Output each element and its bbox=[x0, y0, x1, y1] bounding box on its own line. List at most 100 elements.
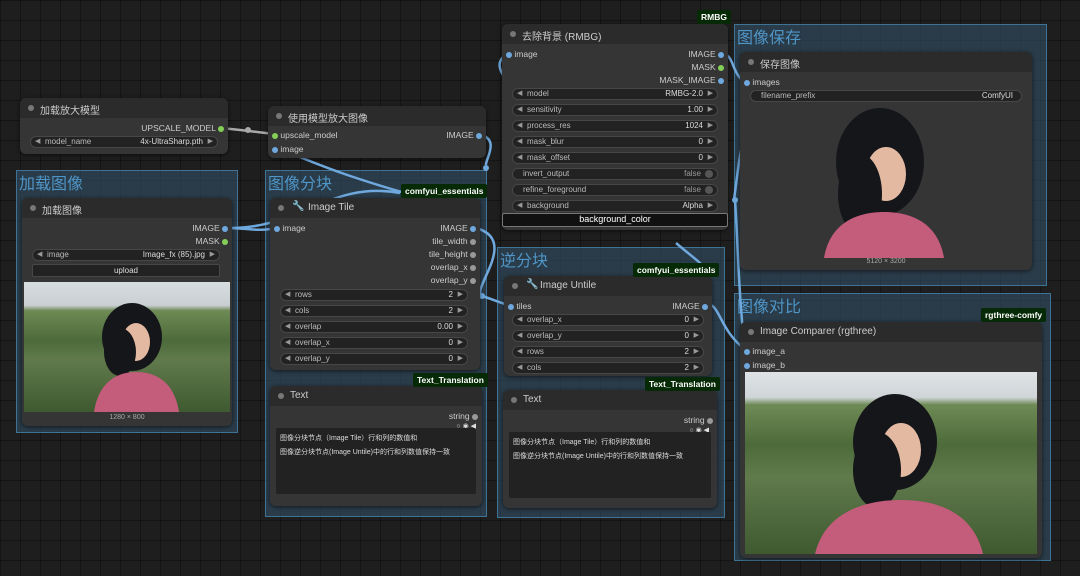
collapse-dot-icon[interactable] bbox=[748, 329, 754, 335]
overlap-y-number-widget[interactable]: ◀ overlap_y 0 ▶ bbox=[280, 353, 468, 365]
output-slot-icon[interactable] bbox=[718, 64, 724, 71]
input-image-b[interactable]: image_b bbox=[744, 360, 785, 370]
input-slot-icon[interactable] bbox=[274, 225, 280, 232]
input-upscale-model[interactable]: upscale_model bbox=[272, 130, 338, 140]
toggle-knob-icon[interactable] bbox=[705, 170, 713, 178]
output-tile-height[interactable]: tile_height bbox=[429, 249, 476, 259]
output-slot-icon[interactable] bbox=[718, 77, 724, 84]
output-image[interactable]: IMAGE bbox=[688, 49, 724, 59]
input-slot-icon[interactable] bbox=[508, 303, 514, 310]
arrow-left-icon[interactable]: ◀ bbox=[517, 315, 522, 325]
arrow-left-icon[interactable]: ◀ bbox=[517, 137, 522, 147]
arrow-left-icon[interactable]: ◀ bbox=[517, 331, 522, 341]
node-header[interactable]: Text bbox=[270, 386, 482, 406]
output-slot-icon[interactable] bbox=[218, 125, 224, 132]
output-slot-icon[interactable] bbox=[476, 132, 482, 139]
model-combo[interactable]: ◀ model RMBG-2.0 ▶ bbox=[512, 88, 718, 100]
refine-foreground-toggle[interactable]: refine_foreground false bbox=[512, 184, 718, 196]
upload-button[interactable]: upload bbox=[32, 264, 220, 277]
background-color-button[interactable]: background_color bbox=[502, 213, 728, 227]
arrow-left-icon[interactable]: ◀ bbox=[517, 89, 522, 99]
node-header[interactable]: 加载图像 bbox=[22, 198, 232, 218]
input-tiles[interactable]: tiles bbox=[508, 301, 532, 311]
collapse-dot-icon[interactable] bbox=[278, 205, 284, 211]
arrow-left-icon[interactable]: ◀ bbox=[517, 363, 522, 373]
node-header[interactable]: 去除背景 (RMBG) bbox=[502, 24, 728, 44]
input-slot-icon[interactable] bbox=[744, 362, 750, 369]
overlap-y-widget[interactable]: ◀ overlap_y 0 ▶ bbox=[512, 330, 704, 342]
upscale-image-node[interactable]: 使用模型放大图像 upscale_model image IMAGE bbox=[268, 106, 486, 158]
text-node-2[interactable]: Text string ○ ◉ ◀ 图像分块节点（Image Tile）行和列的… bbox=[503, 390, 717, 508]
output-slot-icon[interactable] bbox=[470, 251, 476, 258]
image-tile-node[interactable]: 🔧 Image Tile image IMAGE tile_width tile… bbox=[270, 198, 480, 370]
arrow-right-icon[interactable]: ▶ bbox=[708, 89, 713, 99]
collapse-dot-icon[interactable] bbox=[30, 205, 36, 211]
arrow-left-icon[interactable]: ◀ bbox=[285, 338, 290, 348]
collapse-dot-icon[interactable] bbox=[510, 31, 516, 37]
output-slot-icon[interactable] bbox=[470, 264, 476, 271]
arrow-right-icon[interactable]: ▶ bbox=[708, 105, 713, 115]
output-slot-icon[interactable] bbox=[470, 238, 476, 245]
image-untile-node[interactable]: 🔧 Image Untile tiles IMAGE ◀ overlap_x 0 ▶ … bbox=[504, 276, 712, 376]
arrow-right-icon[interactable]: ▶ bbox=[458, 290, 463, 300]
node-header[interactable]: 使用模型放大图像 bbox=[268, 106, 486, 126]
collapse-dot-icon[interactable] bbox=[511, 397, 517, 403]
arrow-right-icon[interactable]: ▶ bbox=[694, 347, 699, 357]
text-input-area[interactable]: 图像分块节点（Image Tile）行和列的数值和 图像逆分块节点(Image … bbox=[276, 428, 476, 494]
node-header[interactable]: 🔧 Image Untile bbox=[504, 276, 712, 296]
input-slot-icon[interactable] bbox=[272, 132, 278, 139]
output-slot-icon[interactable] bbox=[702, 303, 708, 310]
arrow-left-icon[interactable]: ◀ bbox=[37, 250, 42, 260]
input-image-a[interactable]: image_a bbox=[744, 346, 785, 356]
cols-widget[interactable]: ◀ cols 2 ▶ bbox=[512, 362, 704, 374]
rows-number-widget[interactable]: ◀ rows 2 ▶ bbox=[280, 289, 468, 301]
arrow-left-icon[interactable]: ◀ bbox=[35, 137, 40, 147]
collapse-dot-icon[interactable] bbox=[512, 283, 518, 289]
output-overlap-y[interactable]: overlap_y bbox=[431, 275, 476, 285]
arrow-right-icon[interactable]: ▶ bbox=[208, 137, 213, 147]
arrow-right-icon[interactable]: ▶ bbox=[694, 315, 699, 325]
mask-blur-widget[interactable]: ◀ mask_blur 0 ▶ bbox=[512, 136, 718, 148]
image-file-combo[interactable]: ◀ image Image_fx (85).jpg ▶ bbox=[32, 249, 220, 261]
arrow-right-icon[interactable]: ▶ bbox=[708, 137, 713, 147]
background-combo[interactable]: ◀ background Alpha ▶ bbox=[512, 200, 718, 212]
node-header[interactable]: 保存图像 bbox=[740, 52, 1032, 72]
overlap-x-number-widget[interactable]: ◀ overlap_x 0 ▶ bbox=[280, 337, 468, 349]
load-image-node[interactable]: 加载图像 IMAGE MASK ◀ image Image_fx (85).jp… bbox=[22, 198, 232, 426]
input-image[interactable]: image bbox=[506, 49, 538, 59]
arrow-right-icon[interactable]: ▶ bbox=[708, 201, 713, 211]
overlap-x-widget[interactable]: ◀ overlap_x 0 ▶ bbox=[512, 314, 704, 326]
input-image[interactable]: image bbox=[274, 223, 306, 233]
node-header[interactable]: Text bbox=[503, 390, 717, 410]
input-image[interactable]: image bbox=[272, 144, 304, 154]
comparison-image-preview[interactable] bbox=[745, 372, 1037, 554]
output-slot-icon[interactable] bbox=[470, 277, 476, 284]
output-image[interactable]: IMAGE bbox=[672, 301, 708, 311]
process-res-widget[interactable]: ◀ process_res 1024 ▶ bbox=[512, 120, 718, 132]
input-slot-icon[interactable] bbox=[506, 51, 512, 58]
model-name-combo[interactable]: ◀ model_name 4x-UltraSharp.pth ▶ bbox=[30, 136, 218, 148]
collapse-dot-icon[interactable] bbox=[276, 113, 282, 119]
input-slot-icon[interactable] bbox=[744, 348, 750, 355]
upscale-model-loader-node[interactable]: 加载放大模型 UPSCALE_MODEL ◀ model_name 4x-Ult… bbox=[20, 98, 228, 154]
text-node-1[interactable]: Text string ○ ◉ ◀ 图像分块节点（Image Tile）行和列的… bbox=[270, 386, 482, 506]
output-slot-icon[interactable] bbox=[718, 51, 724, 58]
arrow-left-icon[interactable]: ◀ bbox=[517, 347, 522, 357]
output-image[interactable]: IMAGE bbox=[440, 223, 476, 233]
rows-widget[interactable]: ◀ rows 2 ▶ bbox=[512, 346, 704, 358]
output-image[interactable]: IMAGE bbox=[446, 130, 482, 140]
output-mask-image[interactable]: MASK_IMAGE bbox=[659, 75, 724, 85]
image-comparer-node[interactable]: Image Comparer (rgthree) image_a image_b bbox=[740, 322, 1042, 558]
arrow-left-icon[interactable]: ◀ bbox=[285, 354, 290, 364]
arrow-right-icon[interactable]: ▶ bbox=[458, 338, 463, 348]
invert-output-toggle[interactable]: invert_output false bbox=[512, 168, 718, 180]
output-slot-icon[interactable] bbox=[470, 225, 476, 232]
output-overlap-x[interactable]: overlap_x bbox=[431, 262, 476, 272]
arrow-left-icon[interactable]: ◀ bbox=[517, 105, 522, 115]
node-header[interactable]: Image Comparer (rgthree) bbox=[740, 322, 1042, 342]
output-slot-icon[interactable] bbox=[707, 417, 713, 424]
arrow-right-icon[interactable]: ▶ bbox=[694, 331, 699, 341]
output-image[interactable]: IMAGE bbox=[192, 223, 228, 233]
arrow-right-icon[interactable]: ▶ bbox=[708, 121, 713, 131]
output-string[interactable]: string bbox=[449, 411, 478, 421]
